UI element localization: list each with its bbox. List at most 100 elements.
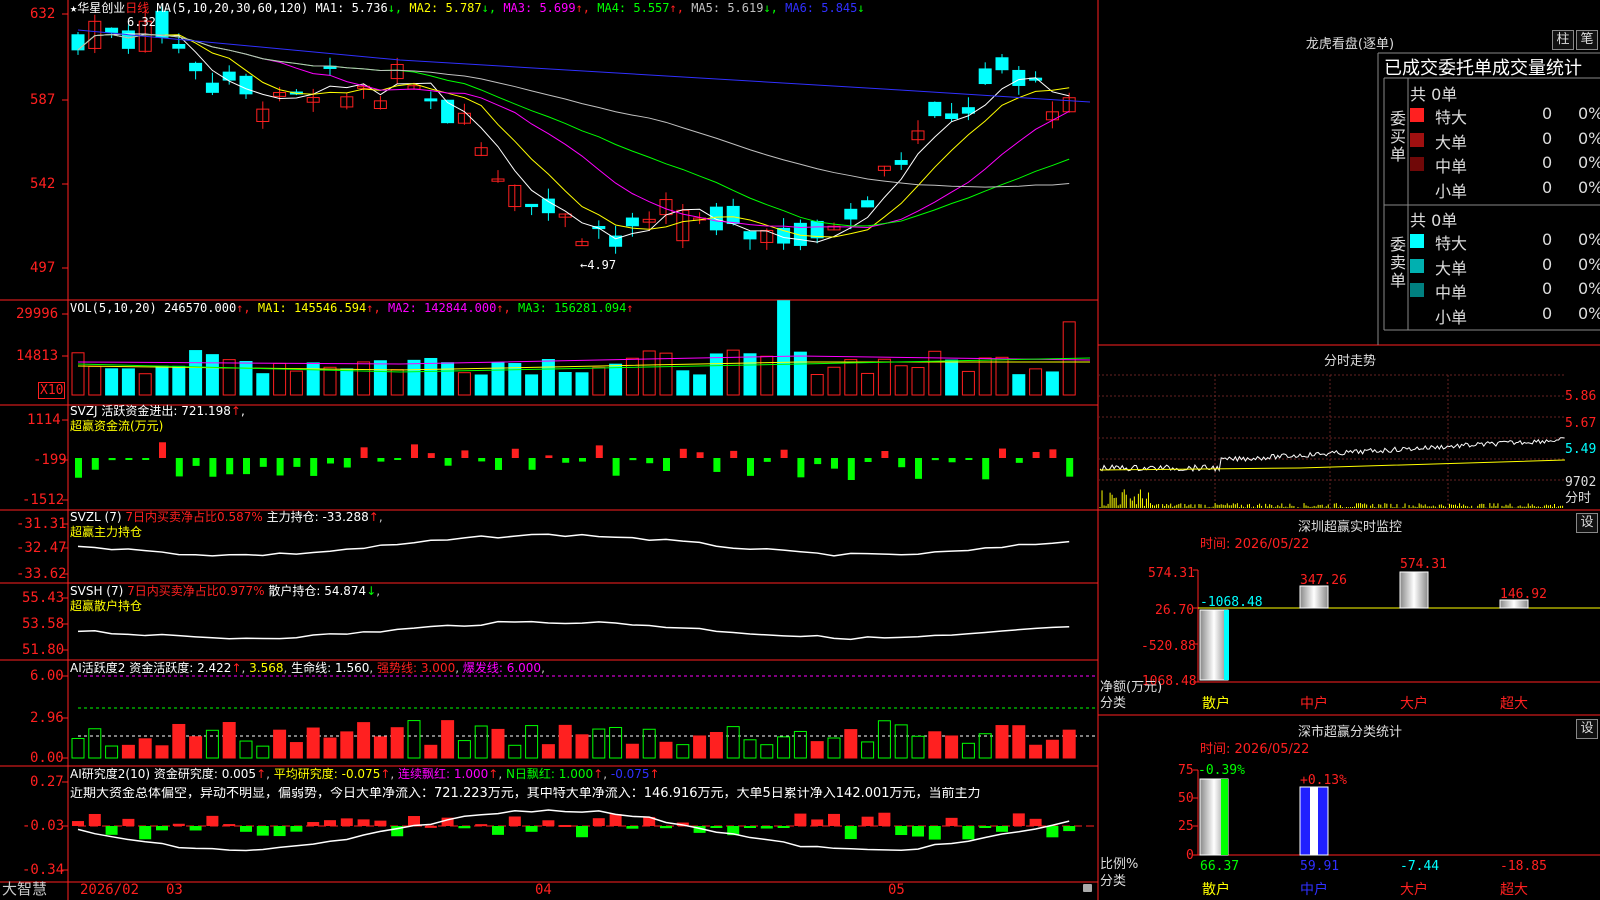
flow-bar xyxy=(478,458,486,462)
flow-bar xyxy=(646,458,654,464)
svsh-label: SVSH (7) xyxy=(70,584,124,598)
flow-bar xyxy=(948,458,956,463)
order-row-name: 小单 xyxy=(1435,181,1468,201)
vol-ma3: MA3: 156281.094 xyxy=(518,301,627,315)
classify-y-tick: 25 xyxy=(1178,819,1194,834)
research-bar xyxy=(777,826,790,828)
flow-bar xyxy=(175,458,183,477)
svzl-sub: 超赢主力持仓 xyxy=(70,525,143,539)
vol-unit-badge[interactable]: X10 xyxy=(38,382,66,399)
monitor-value: -1068.48 xyxy=(1200,595,1263,610)
research-bar xyxy=(794,813,807,826)
flow-bar xyxy=(327,458,334,464)
bar-mode-button[interactable]: 柱 xyxy=(1552,30,1574,50)
ai-n-red: N日飘红: 1.000 xyxy=(505,767,594,781)
research-bar xyxy=(156,826,168,831)
volume-bar xyxy=(155,365,169,396)
active-bar xyxy=(172,723,186,759)
active-bar xyxy=(340,731,354,759)
volume-bar xyxy=(961,370,975,396)
flow-bar xyxy=(545,455,553,458)
ai-research-header: AI研究度2(10) 资金研究度: 0.005↑, 平均研究度: -0.075↑… xyxy=(70,767,660,781)
candle-body xyxy=(861,200,875,208)
research-bar xyxy=(760,826,773,829)
flow-bar xyxy=(679,448,687,458)
active-bar xyxy=(424,744,438,759)
ai-research-value: 资金研究度: 0.005 xyxy=(153,767,257,781)
flow-bar xyxy=(511,448,519,458)
active-bar xyxy=(625,743,639,759)
svzl-y-tick: -33.62 xyxy=(16,566,67,582)
candle-body xyxy=(424,98,438,102)
research-bar xyxy=(660,826,672,829)
stat-bar-edge xyxy=(1221,779,1228,855)
volume-bar xyxy=(71,352,85,396)
pen-mode-button[interactable]: 笔 xyxy=(1576,30,1598,50)
svzl-line xyxy=(77,533,1070,557)
candle-body xyxy=(844,208,858,220)
candle-body xyxy=(189,62,203,72)
volume-bar xyxy=(525,374,539,396)
legend-swatch xyxy=(1410,157,1424,171)
monitor-category: 大户 xyxy=(1400,696,1428,712)
volume-bar xyxy=(760,355,774,396)
volume-bar xyxy=(609,363,623,396)
research-bar xyxy=(508,816,521,826)
monitor-y-tick: 26.70 xyxy=(1155,603,1195,618)
research-bar xyxy=(878,812,891,826)
research-bar xyxy=(475,824,488,827)
candle-body xyxy=(1012,69,1026,86)
date-label: 04 xyxy=(535,882,552,898)
candle-body xyxy=(743,231,757,240)
active-bar xyxy=(894,724,908,759)
flow-bar xyxy=(276,458,284,476)
svsh-y-tick: 51.80 xyxy=(22,642,65,658)
buy-side-label: 委买单 xyxy=(1387,110,1406,164)
period-label[interactable]: 日线 xyxy=(125,1,149,15)
volume-bar xyxy=(189,350,203,396)
ai-research-avg: 平均研究度: -0.075 xyxy=(273,767,381,781)
active-bar xyxy=(676,744,690,759)
candle-body xyxy=(810,220,824,239)
lock-icon[interactable] xyxy=(1083,884,1092,892)
volume-bar xyxy=(390,369,404,396)
stat-bar xyxy=(1199,609,1229,681)
brand-label: 大智慧 xyxy=(2,880,48,898)
order-row-name: 中单 xyxy=(1435,283,1468,302)
research-bar xyxy=(1046,826,1059,838)
app-window: ★华星创业日线 MA(5,10,20,30,60,120) MA1: 5.736… xyxy=(0,0,1600,900)
order-row-name: 中单 xyxy=(1435,157,1468,176)
order-row-name: 大单 xyxy=(1435,258,1468,278)
classify-y-tick: 0 xyxy=(1186,848,1194,863)
flow-bar xyxy=(125,458,133,460)
active-bar xyxy=(861,741,875,759)
svzj-y-tick: 1114 xyxy=(27,412,61,428)
volume-bar xyxy=(642,350,656,396)
monitor-category: 散户 xyxy=(1202,696,1230,712)
active-bar xyxy=(877,720,891,759)
order-tabs[interactable]: 已成交委托单成交量统计 xyxy=(1384,54,1582,80)
active-bar xyxy=(793,730,807,759)
active-bar xyxy=(743,739,757,759)
research-bar xyxy=(1063,826,1076,832)
monitor-settings-button[interactable]: 设 xyxy=(1576,513,1598,533)
active-bar xyxy=(289,742,303,759)
ai-commentary: 近期大资金总体偏空，异动不明显，偏弱势，今日大单净流入：721.223万元，其中… xyxy=(70,787,981,801)
svzl-y-tick: -32.47 xyxy=(16,540,67,556)
order-panel-title: 龙虎看盘(逐单) xyxy=(1305,37,1395,52)
volume-bar xyxy=(793,351,807,396)
research-bar xyxy=(105,826,118,835)
ai-active-avg: 3.568 xyxy=(249,661,284,675)
order-row-pct: 0% xyxy=(1578,303,1600,323)
chart-canvas[interactable] xyxy=(0,0,1600,900)
svzj-label: SVZJ 活跃资金进出: 721.198 xyxy=(70,404,231,418)
classify-settings-button[interactable]: 设 xyxy=(1576,719,1598,739)
active-bar xyxy=(323,737,337,759)
flow-bar xyxy=(209,458,217,477)
classify-bottom-value: 66.37 xyxy=(1200,859,1240,874)
svzj-y-tick: -199 xyxy=(33,452,67,468)
flow-bar xyxy=(411,444,418,458)
flow-bar xyxy=(696,452,704,458)
active-bar xyxy=(642,728,656,759)
active-bar xyxy=(693,735,707,759)
